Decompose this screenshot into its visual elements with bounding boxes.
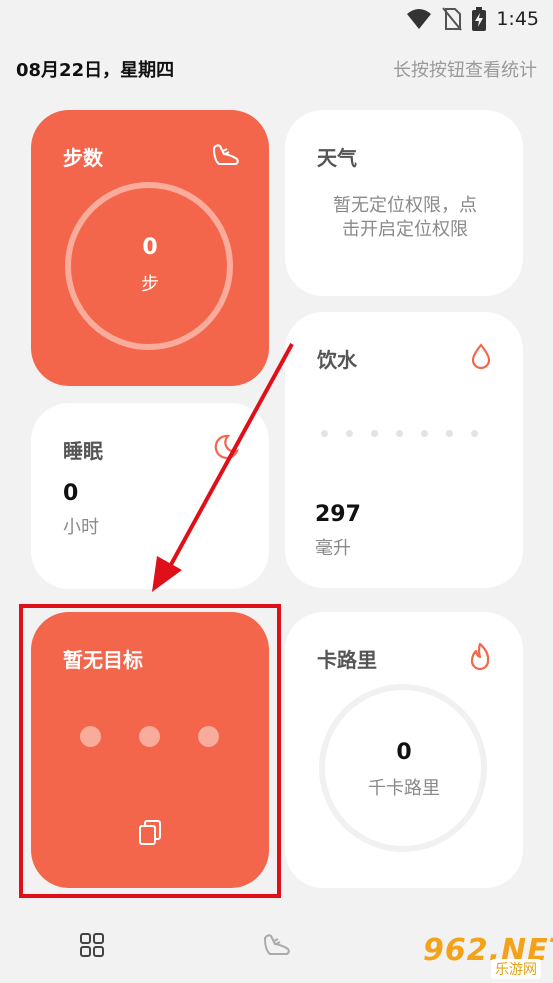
steps-progress-ring bbox=[65, 182, 233, 350]
water-dot bbox=[346, 430, 353, 437]
sleep-value: 0 bbox=[63, 481, 79, 506]
date-label: 08月22日，星期四 bbox=[16, 60, 175, 81]
calorie-unit: 千卡路里 bbox=[368, 778, 440, 799]
weather-message-line1: 暂无定位权限，点 bbox=[333, 195, 477, 216]
shoe-icon[interactable] bbox=[262, 932, 292, 958]
water-title: 饮水 bbox=[317, 348, 357, 372]
water-dot bbox=[446, 430, 453, 437]
water-dot bbox=[371, 430, 378, 437]
sleep-title: 睡眠 bbox=[63, 439, 103, 463]
status-icons: 1:45 bbox=[406, 6, 539, 32]
water-value: 297 bbox=[315, 502, 361, 527]
moon-icon bbox=[214, 434, 239, 460]
water-dot bbox=[396, 430, 403, 437]
water-unit: 毫升 bbox=[315, 538, 351, 559]
water-dot bbox=[321, 430, 328, 437]
calorie-value: 0 bbox=[396, 740, 412, 765]
steps-card[interactable]: 步数 0 步 bbox=[31, 110, 269, 386]
water-dot bbox=[471, 430, 478, 437]
shoe-icon bbox=[213, 144, 239, 165]
calorie-title: 卡路里 bbox=[317, 648, 377, 672]
water-drop-icon bbox=[471, 343, 491, 370]
weather-permission-message[interactable]: 暂无定位权限，点 击开启定位权限 bbox=[305, 194, 505, 242]
calorie-progress-ring bbox=[319, 684, 487, 852]
water-cup-dots bbox=[321, 430, 478, 437]
site-watermark-logo: 962.NET 乐游网 bbox=[417, 933, 553, 979]
flame-icon bbox=[470, 642, 490, 671]
highlight-box bbox=[19, 604, 281, 898]
watermark-sub: 乐游网 bbox=[491, 959, 541, 979]
wifi-icon bbox=[407, 9, 432, 29]
weather-card[interactable]: 天气 暂无定位权限，点 击开启定位权限 bbox=[285, 110, 523, 296]
sleep-unit: 小时 bbox=[63, 517, 99, 538]
sleep-card[interactable]: 睡眠 0 小时 bbox=[31, 403, 269, 589]
no-sim-icon bbox=[442, 7, 463, 31]
battery-charging-icon bbox=[472, 7, 487, 31]
status-time: 1:45 bbox=[496, 8, 539, 30]
calorie-card[interactable]: 卡路里 0 千卡路里 bbox=[285, 612, 523, 888]
status-bar: 1:45 bbox=[0, 0, 553, 38]
long-press-hint: 长按按钮查看统计 bbox=[393, 60, 537, 81]
water-card[interactable]: 饮水 297 毫升 bbox=[285, 312, 523, 588]
weather-message-line2: 击开启定位权限 bbox=[342, 219, 468, 240]
weather-title: 天气 bbox=[317, 146, 357, 170]
steps-title: 步数 bbox=[63, 146, 103, 170]
steps-unit: 步 bbox=[141, 274, 159, 295]
grid-icon[interactable] bbox=[79, 932, 105, 958]
water-dot bbox=[421, 430, 428, 437]
steps-value: 0 bbox=[142, 235, 158, 260]
